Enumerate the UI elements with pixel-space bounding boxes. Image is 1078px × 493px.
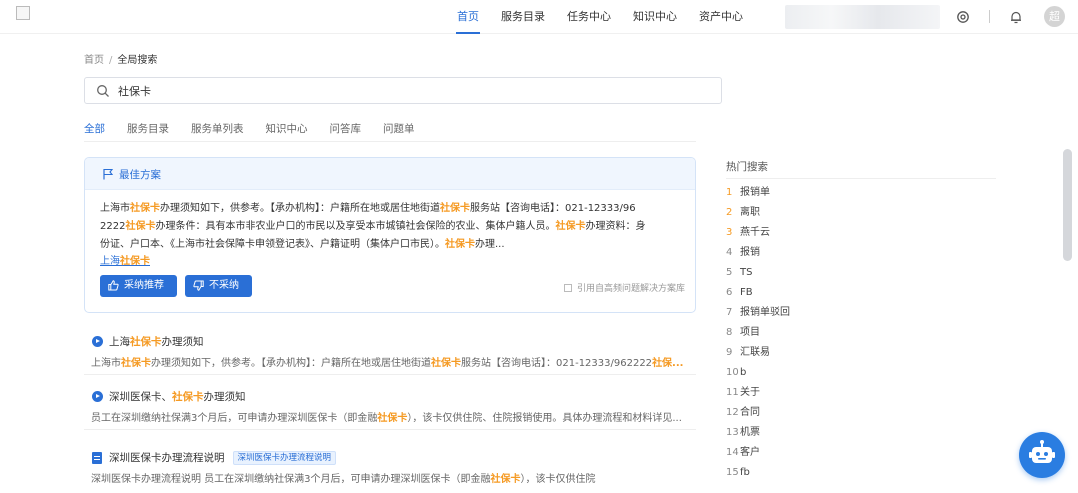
adopt-label: 采纳推荐	[124, 280, 164, 291]
nav-item-task-center[interactable]: 任务中心	[556, 0, 622, 34]
settings-icon[interactable]	[955, 9, 971, 25]
hot-search-item[interactable]: 8 项目	[726, 326, 790, 346]
nav-item-service-catalog[interactable]: 服务目录	[490, 0, 556, 34]
main-nav: 首页 服务目录 任务中心 知识中心 资产中心	[446, 0, 754, 34]
robot-icon	[1029, 440, 1055, 463]
breadcrumb: 首页 / 全局搜索	[84, 51, 157, 66]
thumbs-down-icon	[193, 280, 204, 291]
nav-item-knowledge-center[interactable]: 知识中心	[622, 0, 688, 34]
hot-search-item[interactable]: 13机票	[726, 426, 790, 446]
tab-knowledge-center[interactable]: 知识中心	[266, 121, 308, 142]
hot-search-item[interactable]: 10b	[726, 366, 790, 386]
avatar[interactable]: 超	[1044, 6, 1065, 27]
best-text-line: 上海市社保卡办理须知如下，供参考。【承办机构】：户籍所在地或居住地街道社保卡服务…	[100, 203, 636, 214]
play-icon	[92, 391, 103, 402]
best-text-line: 份证、户口本、《上海市社会保障卡申领登记表》、户籍证明（集体户口市民）。社保卡办…	[100, 239, 505, 250]
hot-search-panel: 热门搜索 1 报销单 2 离职 3 燕千云 4 报销 5 TS 6 FB 7 报销单驳回 8项…	[726, 159, 996, 478]
hot-search-item[interactable]: 9 汇联易	[726, 346, 790, 366]
best-solution-title: 最佳方案	[119, 169, 161, 181]
hot-search-item[interactable]: 6 FB	[726, 286, 790, 306]
result-title[interactable]: 深圳医保卡办理流程说明 深圳医保卡办理流程说明	[92, 450, 337, 465]
tab-service-orders[interactable]: 服务单列表	[191, 121, 244, 142]
result-tabs: 全部 服务目录 服务单列表 知识中心 问答库 问题单	[84, 121, 437, 142]
top-navbar: 首页 服务目录 任务中心 知识中心 资产中心 超	[0, 0, 1078, 34]
tab-issues[interactable]: 问题单	[383, 121, 415, 142]
hot-search-item[interactable]: 15fb	[726, 466, 790, 486]
tab-all[interactable]: 全部	[84, 121, 105, 142]
flag-icon	[103, 168, 114, 180]
hot-search-item[interactable]: 11关于	[726, 386, 790, 406]
reject-label: 不采纳	[209, 280, 239, 291]
hot-search-item[interactable]: 14客户	[726, 446, 790, 466]
result-description: 员工在深圳缴纳社保满3个月后，可申请办理深圳医保卡（即金融社保卡），该卡仅供住院…	[91, 413, 682, 424]
user-info-blurred	[785, 5, 940, 29]
nav-divider	[989, 10, 990, 23]
tab-service-catalog[interactable]: 服务目录	[127, 121, 169, 142]
search-input[interactable]	[118, 82, 698, 100]
nav-item-home[interactable]: 首页	[446, 0, 490, 34]
hot-search-divider	[726, 178, 996, 179]
hot-search-list: 1 报销单 2 离职 3 燕千云 4 报销 5 TS 6 FB 7 报销单驳回 8 项目 9 汇联…	[726, 186, 790, 486]
nav-item-asset-center[interactable]: 资产中心	[688, 0, 754, 34]
document-icon	[92, 451, 102, 464]
hot-search-item[interactable]: 3 燕千云	[726, 226, 790, 246]
hot-search-item[interactable]: 5 TS	[726, 266, 790, 286]
breadcrumb-current: 全局搜索	[117, 55, 158, 66]
play-icon	[92, 336, 103, 347]
result-description: 深圳医保卡办理流程说明 员工在深圳缴纳社保满3个月后，可申请办理深圳医保卡（即金…	[91, 474, 596, 485]
result-divider	[84, 374, 696, 375]
hot-search-title: 热门搜索	[726, 161, 768, 173]
adopt-recommendation-button[interactable]: 采纳推荐	[100, 275, 177, 297]
hot-search-item[interactable]: 12合同	[726, 406, 790, 426]
breadcrumb-separator: /	[109, 55, 113, 66]
hot-search-item[interactable]: 1 报销单	[726, 186, 790, 206]
hot-search-item[interactable]: 2 离职	[726, 206, 790, 226]
best-solution-link[interactable]: 上海社保卡	[100, 252, 150, 267]
tab-qa-library[interactable]: 问答库	[330, 121, 362, 142]
hot-search-item[interactable]: 4 报销	[726, 246, 790, 266]
logo-image-icon[interactable]	[16, 6, 30, 20]
result-tag: 深圳医保卡办理流程说明	[232, 450, 337, 465]
result-title[interactable]: 深圳医保卡、 社保卡 办理须知	[92, 389, 246, 404]
result-divider	[84, 429, 696, 430]
page-scrollbar[interactable]	[1063, 149, 1072, 261]
hot-search-item[interactable]: 7 报销单驳回	[726, 306, 790, 326]
result-description: 上海市社保卡办理须知如下，供参考。【承办机构】：户籍所在地或居住地街道社保卡服务…	[91, 358, 684, 369]
breadcrumb-home[interactable]: 首页	[84, 55, 104, 66]
best-solution-card: 最佳方案 上海市社保卡办理须知如下，供参考。【承办机构】：户籍所在地或居住地街道…	[84, 157, 696, 313]
source-citation: 引用自高频问题解决方案库	[564, 281, 685, 294]
result-title[interactable]: 上海 社保卡 办理须知	[92, 334, 204, 349]
bell-icon[interactable]	[1008, 9, 1024, 25]
best-text-line: 2222社保卡办理条件：具有本市非农业户口的市民以及享受本市城镇社会保险的农业、…	[100, 221, 646, 232]
search-icon	[97, 85, 109, 97]
best-solution-header: 最佳方案	[85, 158, 695, 190]
search-box	[84, 77, 722, 104]
thumbs-up-icon	[108, 280, 119, 291]
document-icon	[564, 284, 572, 292]
tabs-divider	[84, 141, 696, 142]
chatbot-button[interactable]	[1019, 432, 1065, 478]
best-solution-text: 上海市社保卡办理须知如下，供参考。【承办机构】：户籍所在地或居住地街道社保卡服务…	[100, 200, 685, 254]
reject-button[interactable]: 不采纳	[185, 275, 252, 297]
